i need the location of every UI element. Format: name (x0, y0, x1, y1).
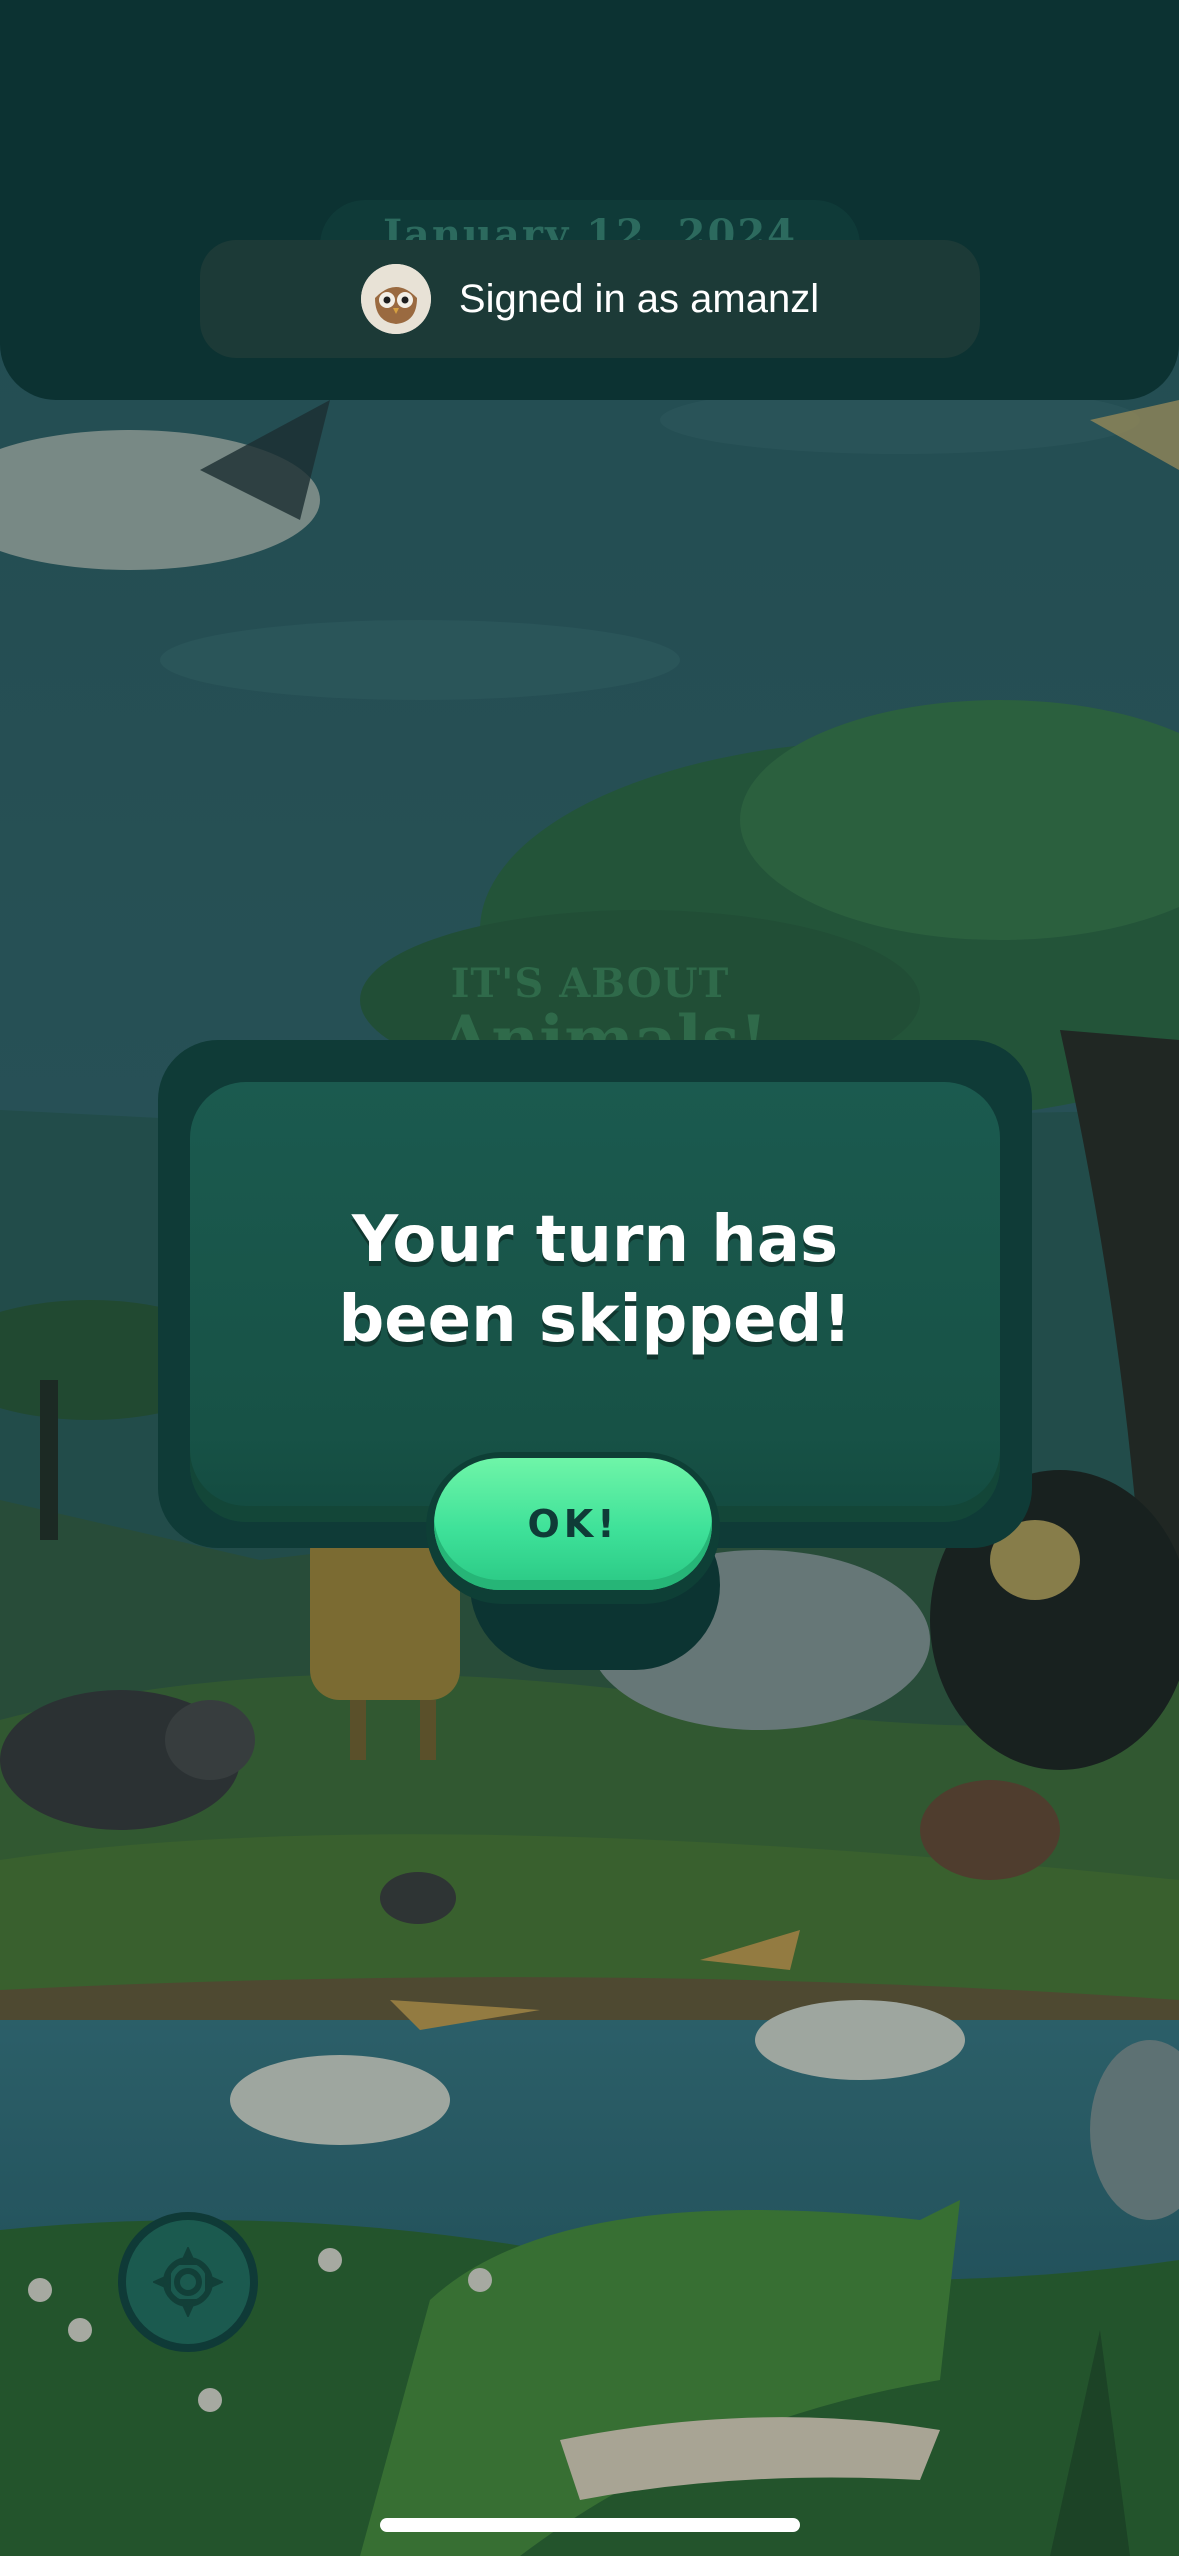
dialog-message: Your turn has been skipped! (190, 1200, 1000, 1360)
logo-line-1: IT'S ABOUT (450, 960, 730, 1007)
sign-in-toast: Signed in as amanzl (200, 240, 980, 358)
settings-button[interactable] (118, 2212, 258, 2352)
gear-icon (153, 2247, 223, 2317)
ok-button-label: OK! (527, 1502, 619, 1546)
dialog-message-line-2: been skipped! (338, 1283, 852, 1357)
ok-button-face: OK! (434, 1458, 712, 1590)
ok-button[interactable]: OK! (426, 1452, 720, 1604)
toast-text: Signed in as amanzl (458, 276, 820, 321)
home-indicator[interactable] (380, 2518, 800, 2532)
dialog-message-line-1: Your turn has (351, 1203, 839, 1277)
owl-avatar-icon (360, 264, 431, 334)
header-panel: January 12, 2024 Signed in as amanzl (0, 0, 1179, 400)
